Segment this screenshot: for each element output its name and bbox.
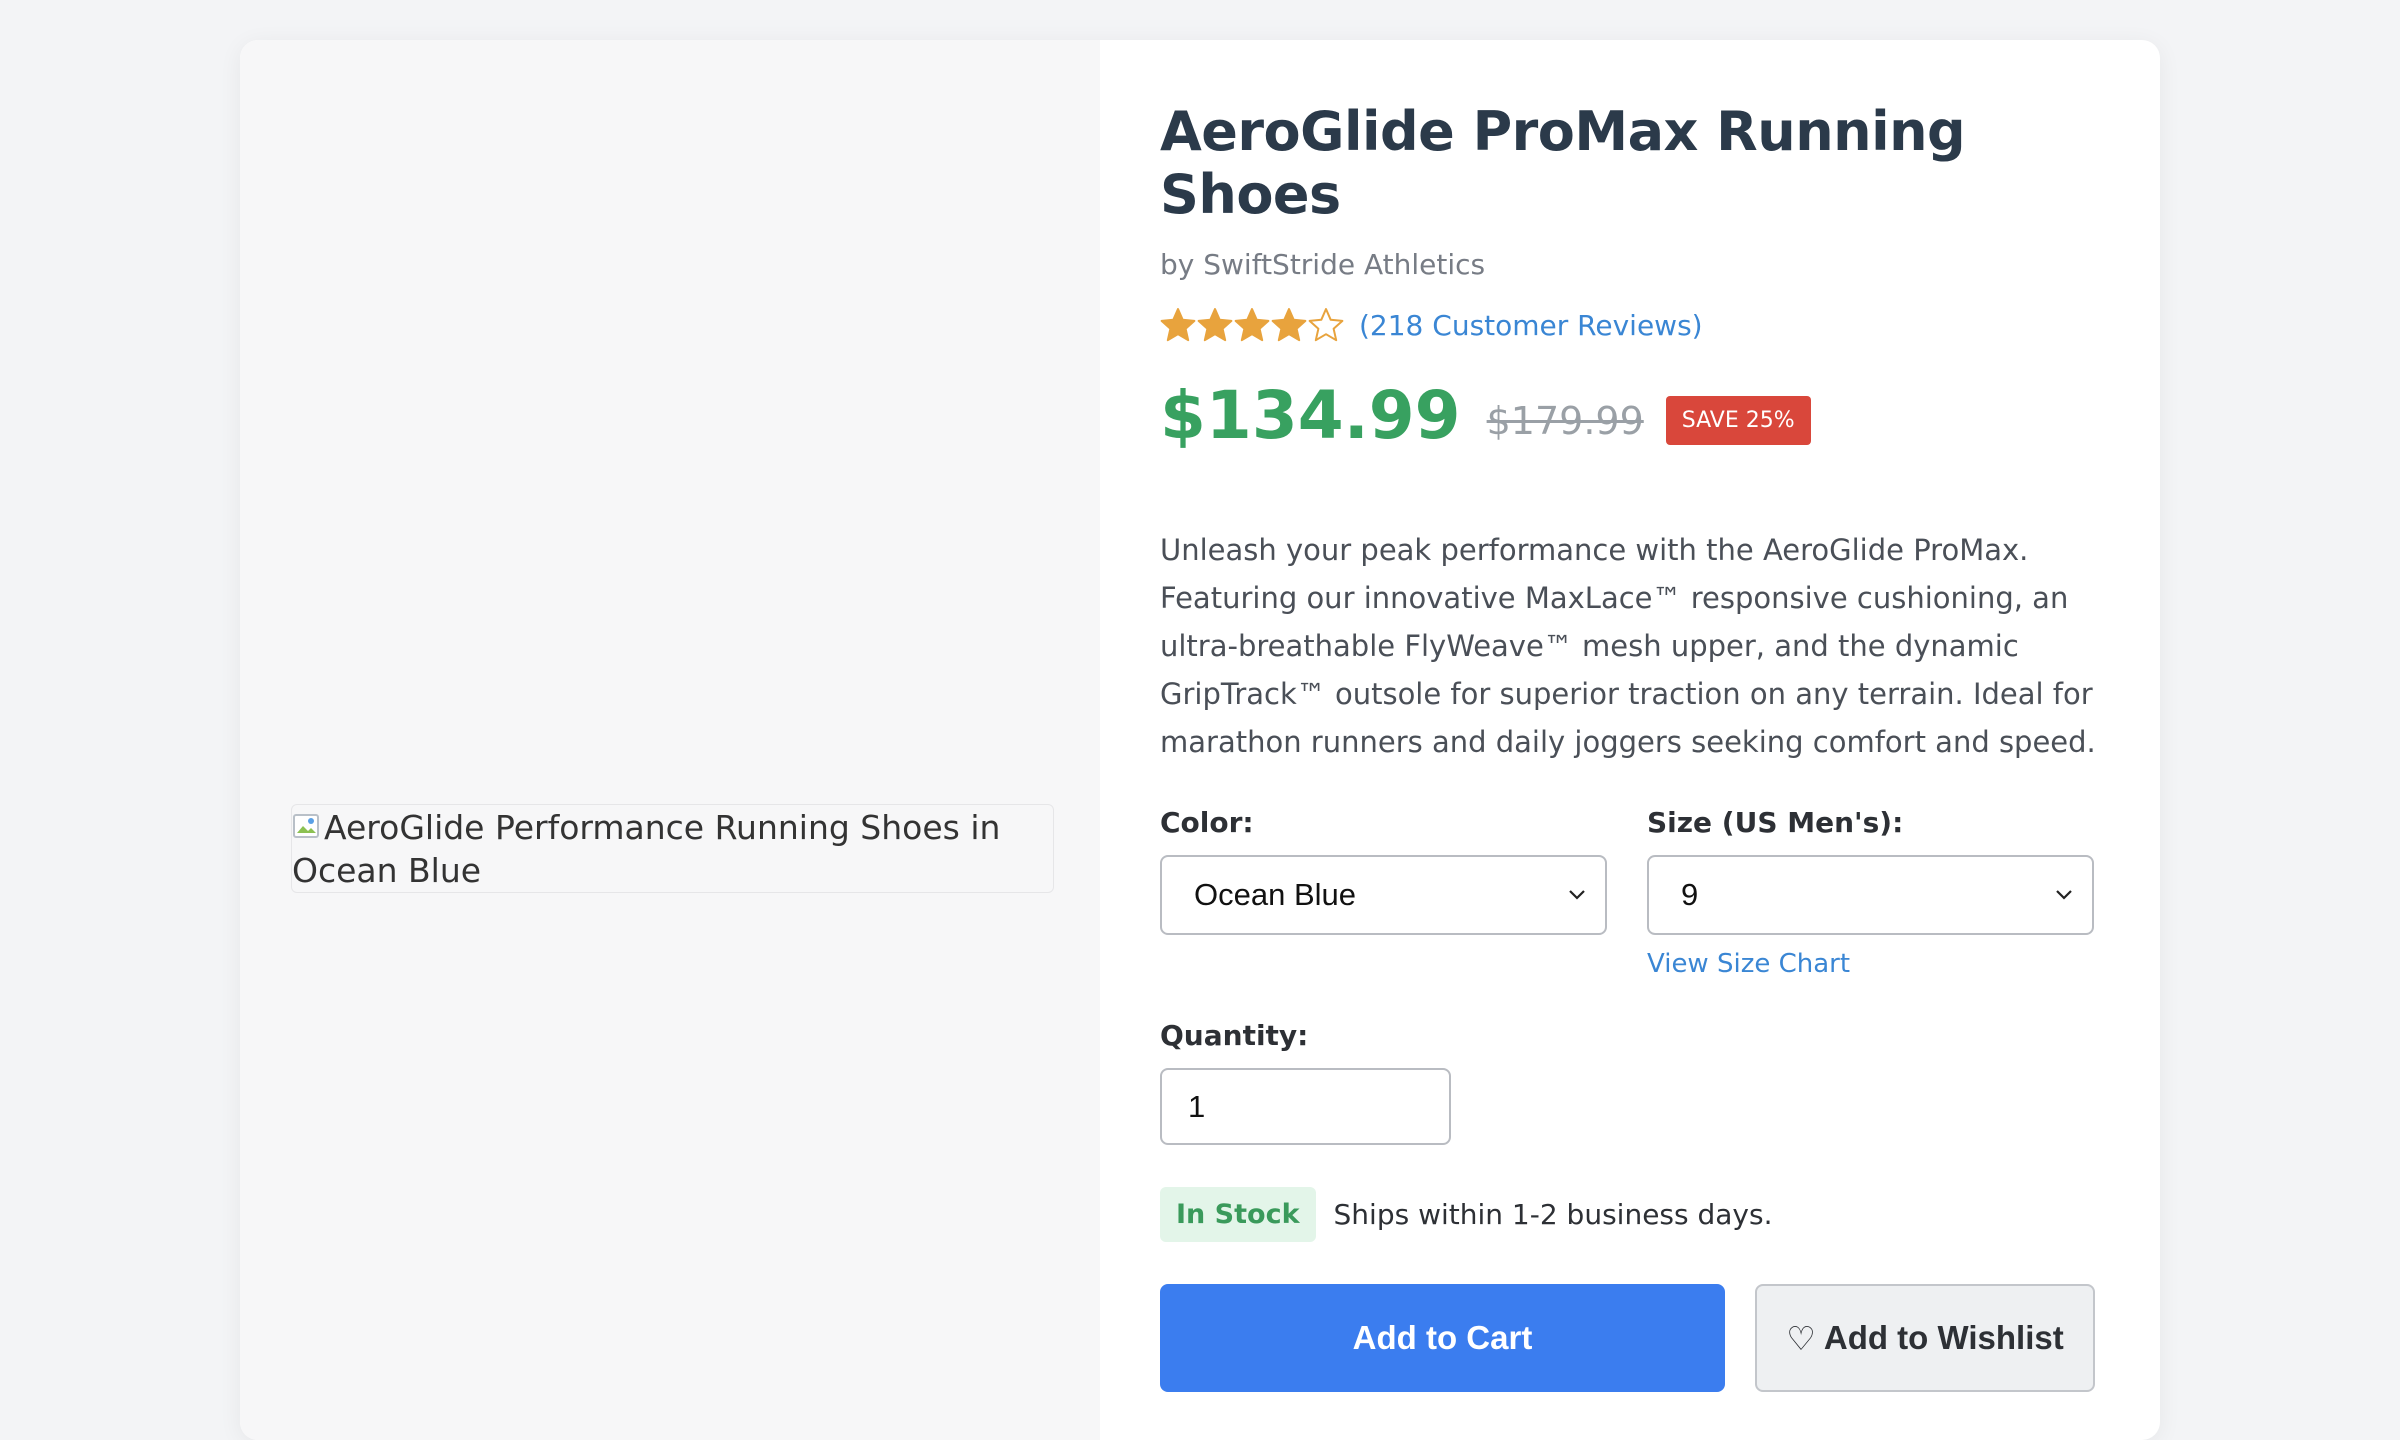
broken-image-icon <box>293 814 319 838</box>
stock-row: In Stock Ships within 1-2 business days. <box>1160 1187 2100 1242</box>
rating-row: (218 Customer Reviews) <box>1160 307 2100 343</box>
color-select[interactable]: Ocean Blue <box>1160 855 1607 935</box>
size-select[interactable]: 9 <box>1647 855 2094 935</box>
discount-badge: SAVE 25% <box>1665 396 1811 445</box>
shipping-info: Ships within 1-2 business days. <box>1333 1198 1773 1231</box>
product-image: AeroGlide Performance Running Shoes in O… <box>291 804 1054 893</box>
purchase-actions: Add to Cart ♡ Add to Wishlist <box>1160 1284 2100 1392</box>
product-image-alt-text: AeroGlide Performance Running Shoes in O… <box>292 808 1001 890</box>
product-gallery: AeroGlide Performance Running Shoes in O… <box>240 40 1100 1440</box>
current-price: $134.99 <box>1160 377 1461 454</box>
quantity-input[interactable]: 1 <box>1160 1068 1451 1145</box>
color-option: Color: Ocean Blue <box>1160 806 1607 979</box>
add-to-wishlist-button[interactable]: ♡ Add to Wishlist <box>1755 1284 2095 1392</box>
add-to-cart-label: Add to Cart <box>1352 1319 1533 1356</box>
star-rating <box>1160 307 1345 343</box>
original-price: $179.99 <box>1486 398 1644 443</box>
color-select-value: Ocean Blue <box>1194 877 1356 912</box>
size-select-value: 9 <box>1681 877 1699 912</box>
add-to-cart-button[interactable]: Add to Cart <box>1160 1284 1725 1392</box>
chevron-down-icon <box>1569 890 1585 900</box>
quantity-value: 1 <box>1188 1088 1206 1124</box>
star-filled-icon <box>1160 308 1196 342</box>
star-outline-icon <box>1308 308 1344 342</box>
size-chart-link[interactable]: View Size Chart <box>1647 949 2094 979</box>
quantity-label: Quantity: <box>1160 1019 1309 1052</box>
product-info: AeroGlide ProMax Running Shoes by SwiftS… <box>1100 40 2160 1440</box>
chevron-down-icon <box>2056 890 2072 900</box>
product-title: AeroGlide ProMax Running Shoes <box>1160 100 1966 226</box>
size-label: Size (US Men's): <box>1647 806 1904 839</box>
product-brand: by SwiftStride Athletics <box>1160 248 1486 281</box>
star-filled-icon <box>1234 308 1270 342</box>
stock-badge: In Stock <box>1160 1187 1316 1242</box>
color-label: Color: <box>1160 806 1254 839</box>
product-options: Color: Ocean Blue Size (US Men's): 9 Vie… <box>1160 806 2100 979</box>
star-filled-icon <box>1271 308 1307 342</box>
reviews-link[interactable]: (218 Customer Reviews) <box>1359 309 1703 342</box>
product-card: AeroGlide Performance Running Shoes in O… <box>240 40 2160 1440</box>
star-filled-icon <box>1197 308 1233 342</box>
size-option: Size (US Men's): 9 View Size Chart <box>1647 806 2094 979</box>
quantity-option: Quantity: 1 <box>1160 1019 2100 1145</box>
heart-icon: ♡ <box>1786 1318 1816 1358</box>
add-to-wishlist-label: Add to Wishlist <box>1823 1319 2064 1356</box>
product-description: Unleash your peak performance with the A… <box>1160 533 2096 759</box>
price-row: $134.99 $179.99 SAVE 25% <box>1160 377 2100 454</box>
